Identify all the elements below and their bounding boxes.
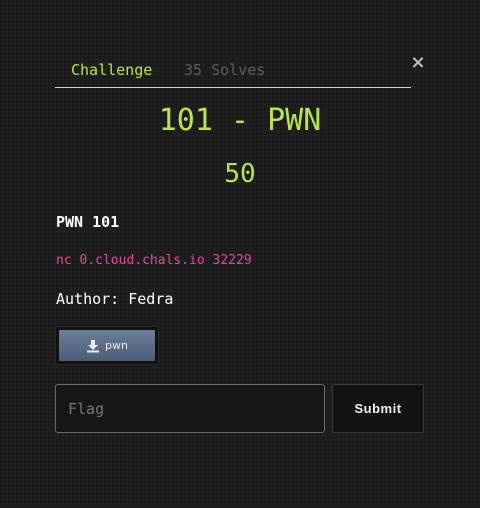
challenge-modal: Challenge 35 Solves × 101 - PWN 50 PWN 1… [0,0,480,508]
close-icon[interactable]: × [410,54,426,72]
download-icon [87,339,100,352]
submit-button[interactable]: Submit [332,384,424,433]
challenge-tabs: Challenge 35 Solves [55,58,411,88]
download-file-button[interactable]: pwn [55,326,159,365]
tab-challenge[interactable]: Challenge [71,60,152,80]
tab-solves[interactable]: 35 Solves [184,60,265,80]
file-name-label: pwn [105,339,128,352]
download-file-button-face: pwn [59,330,155,361]
flag-input[interactable] [55,384,325,433]
connection-string: nc 0.cloud.chals.io 32229 [56,253,252,268]
challenge-title: 101 - PWN [158,103,322,138]
description-heading: PWN 101 [56,213,120,231]
author-text: Author: Fedra [56,290,174,308]
challenge-points: 50 [224,159,256,189]
